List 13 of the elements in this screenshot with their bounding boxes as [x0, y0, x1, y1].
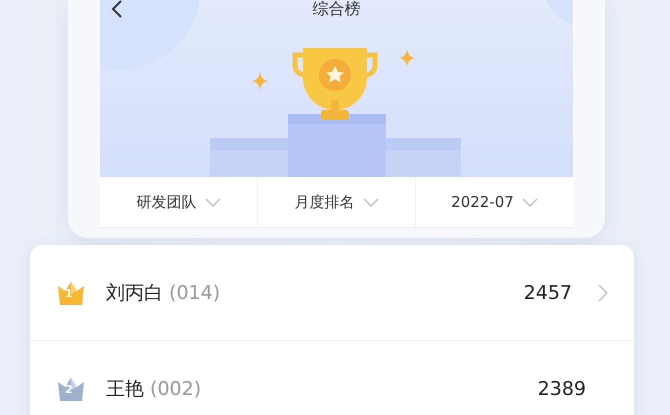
person-name: 王艳 (002)	[106, 376, 202, 402]
ranking-row[interactable]: 2 王艳 (002) 2389	[30, 341, 634, 415]
person-name: 刘丙白 (014)	[106, 280, 220, 306]
ranking-row[interactable]: 1 刘丙白 (014) 2457	[30, 245, 634, 341]
score: 2457	[524, 282, 572, 304]
chevron-down-icon	[362, 198, 378, 206]
chevron-down-icon	[522, 198, 538, 206]
crown-icon: 2	[56, 376, 86, 402]
page-title: 综合榜	[312, 0, 360, 18]
back-icon[interactable]	[110, 0, 124, 18]
chevron-down-icon	[204, 198, 220, 206]
score: 2389	[538, 378, 586, 400]
crown-icon: 1	[56, 280, 86, 306]
